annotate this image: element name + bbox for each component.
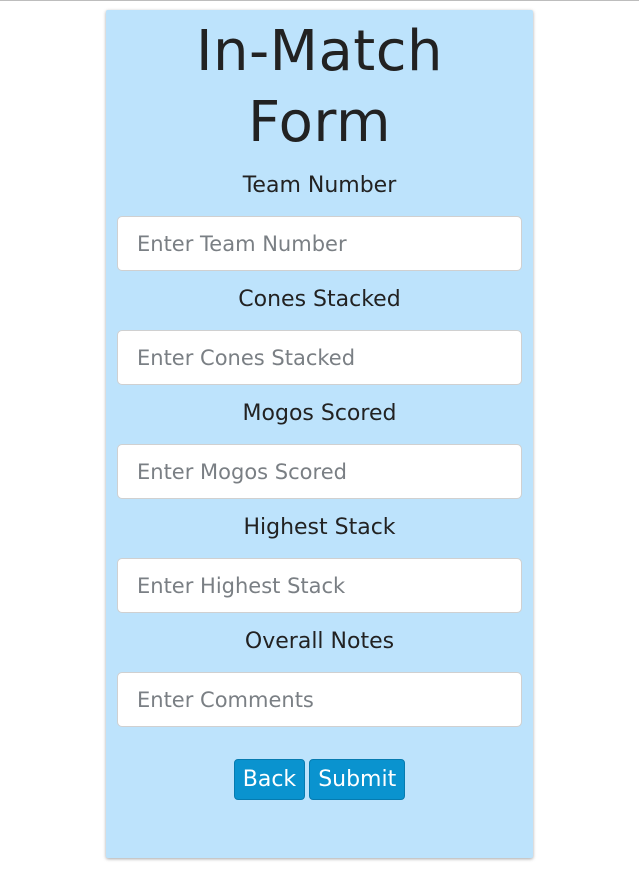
cones-stacked-group: Cones Stacked xyxy=(117,286,522,385)
in-match-form-card: In-Match Form Team Number Cones Stacked … xyxy=(106,10,533,858)
cones-stacked-label: Cones Stacked xyxy=(238,287,401,312)
page-title: In-Match Form xyxy=(195,19,444,155)
team-number-input[interactable] xyxy=(117,216,522,271)
team-number-group: Team Number xyxy=(117,172,522,271)
mogos-scored-group: Mogos Scored xyxy=(117,400,522,499)
highest-stack-label: Highest Stack xyxy=(243,515,396,540)
cones-stacked-input[interactable] xyxy=(117,330,522,385)
highest-stack-input[interactable] xyxy=(117,558,522,613)
highest-stack-group: Highest Stack xyxy=(117,514,522,613)
mogos-scored-input[interactable] xyxy=(117,444,522,499)
team-number-label: Team Number xyxy=(242,173,397,198)
overall-notes-input[interactable] xyxy=(117,672,522,727)
top-divider xyxy=(0,0,639,1)
overall-notes-group: Overall Notes xyxy=(117,628,522,727)
overall-notes-label: Overall Notes xyxy=(244,629,395,654)
back-button[interactable]: Back xyxy=(233,759,306,800)
form-actions: Back Submit xyxy=(117,759,522,800)
mogos-scored-label: Mogos Scored xyxy=(242,401,397,426)
submit-button[interactable]: Submit xyxy=(309,759,406,800)
